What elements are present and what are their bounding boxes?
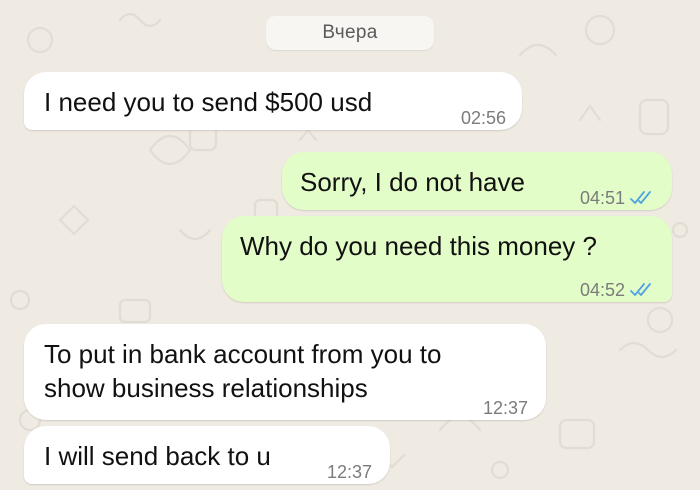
timestamp: 02:56: [460, 108, 506, 128]
message-bubble-outgoing[interactable]: Why do you need this money ? 04:52: [222, 216, 672, 302]
message-text: I need you to send $500 usd: [44, 87, 373, 117]
date-separator: Вчера: [266, 16, 434, 50]
timestamp: 04:51: [579, 188, 625, 208]
message-bubble-incoming[interactable]: To put in bank account from you to show …: [24, 324, 546, 420]
message-text-line: show business relationships: [44, 373, 368, 403]
timestamp: 04:52: [579, 280, 625, 300]
message-time: 04:52: [580, 272, 656, 308]
timestamp: 12:37: [326, 462, 372, 482]
message-text: I will send back to u: [44, 441, 271, 471]
message-time: 04:51: [580, 180, 656, 216]
message-time: 02:56: [461, 100, 506, 136]
message-text: Why do you need this money ?: [240, 231, 597, 261]
message-bubble-outgoing[interactable]: Sorry, I do not have 04:51: [282, 152, 672, 210]
message-text-line: To put in bank account from you to: [44, 339, 442, 369]
message-bubble-incoming[interactable]: I will send back to u 12:37: [24, 426, 390, 484]
message-time: 12:37: [327, 454, 372, 490]
message-time: 12:37: [483, 390, 528, 426]
double-check-read-icon: [630, 191, 651, 204]
timestamp: 12:37: [482, 398, 528, 418]
message-bubble-incoming[interactable]: I need you to send $500 usd 02:56: [24, 72, 522, 130]
double-check-read-icon: [630, 283, 651, 296]
message-text: Sorry, I do not have: [300, 167, 525, 197]
